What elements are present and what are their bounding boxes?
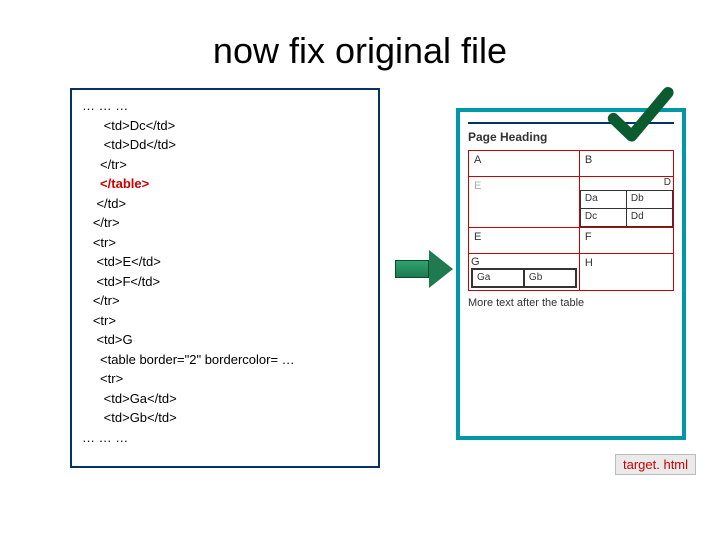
code-line-highlight: </table>: [82, 174, 368, 194]
table-row: G Ga Gb H: [469, 254, 674, 291]
cell: A: [469, 151, 580, 177]
code-snippet-box: … … … <td>Dc</td> <td>Dd</td> </tr> </ta…: [70, 88, 380, 468]
table-row: Ga Gb: [472, 269, 576, 287]
code-line: </tr>: [82, 155, 368, 175]
cell: Gb: [524, 269, 576, 287]
cell: Dd: [626, 209, 672, 227]
code-line: <tr>: [82, 233, 368, 253]
code-line: <td>Ga</td>: [82, 389, 368, 409]
code-line: </tr>: [82, 291, 368, 311]
table-row: Dc Dd: [580, 209, 672, 227]
outer-table: A B E D Da Db Dc Dd: [468, 150, 674, 291]
more-text: More text after the table: [468, 297, 674, 309]
code-line: <td>E</td>: [82, 252, 368, 272]
cell: Ga: [472, 269, 524, 287]
cell: Db: [626, 191, 672, 209]
cell-label: D: [580, 177, 673, 190]
nested-table-g: Ga Gb: [471, 268, 577, 288]
code-line: <td>F</td>: [82, 272, 368, 292]
arrow-icon: [395, 250, 453, 288]
code-line: <td>Dc</td>: [82, 116, 368, 136]
code-line: … … …: [82, 96, 368, 116]
cell: E: [469, 177, 580, 228]
cell: F: [579, 228, 673, 254]
rendered-preview-box: Page Heading A B E D Da Db Dc Dd: [456, 108, 686, 440]
table-row: A B: [469, 151, 674, 177]
table-row: Da Db: [580, 191, 672, 209]
table-row: E F: [469, 228, 674, 254]
cell: B: [579, 151, 673, 177]
cell: E: [469, 228, 580, 254]
cell: Da: [580, 191, 626, 209]
cell: D Da Db Dc Dd: [579, 177, 673, 228]
code-line: <td>Gb</td>: [82, 408, 368, 428]
slide-title: now fix original file: [0, 30, 720, 72]
code-line: <tr>: [82, 311, 368, 331]
code-line: <table border="2" bordercolor= …: [82, 350, 368, 370]
code-line: <tr>: [82, 369, 368, 389]
checkmark-icon: [605, 80, 675, 150]
code-line: … … …: [82, 428, 368, 448]
cell: H: [579, 254, 673, 291]
cell: Dc: [580, 209, 626, 227]
cell: G Ga Gb: [469, 254, 580, 291]
nested-table-d: Da Db Dc Dd: [580, 190, 673, 227]
code-line: </tr>: [82, 213, 368, 233]
cell-label: G: [471, 256, 577, 268]
code-line: </td>: [82, 194, 368, 214]
code-line: <td>Dd</td>: [82, 135, 368, 155]
code-line: <td>G: [82, 330, 368, 350]
filename-label: target. html: [615, 454, 696, 475]
table-row: E D Da Db Dc Dd: [469, 177, 674, 228]
